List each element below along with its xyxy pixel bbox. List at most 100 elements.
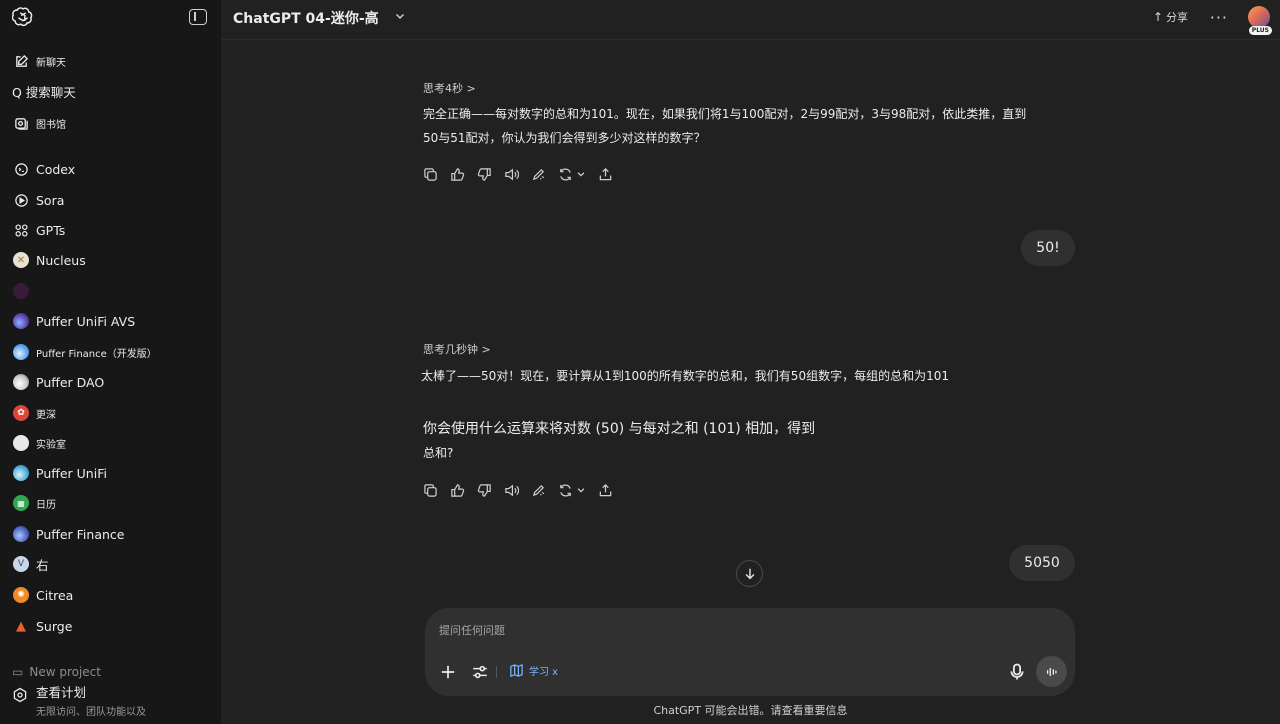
- tools-icon[interactable]: [471, 663, 489, 681]
- top-header: ChatGPT 04-迷你-高 ↑ 分享 ··· PLUS: [221, 0, 1280, 40]
- citrea-icon: ✺: [12, 586, 30, 604]
- sora-icon: [12, 191, 30, 209]
- plus-icon[interactable]: [439, 663, 457, 681]
- thinking-toggle[interactable]: 思考4秒 >: [423, 80, 476, 96]
- user-message: 5050: [1009, 545, 1075, 581]
- thumbs-down-icon[interactable]: [477, 164, 504, 184]
- message-line: 50与51配对，你认为我们会得到多少对这样的数字？: [423, 131, 706, 145]
- sidebar-item-lab[interactable]: 实验室: [12, 432, 66, 454]
- message-line: 太棒了——50对！现在，要计算从1到100的所有数字的总和，我们有50组数字，每…: [421, 369, 949, 383]
- sidebar-item-codex[interactable]: Codex: [12, 158, 75, 180]
- scroll-to-bottom-button[interactable]: [736, 560, 763, 587]
- study-mode-chip[interactable]: 学习 x: [509, 663, 558, 678]
- sidebar-item-right[interactable]: V 右: [12, 553, 49, 575]
- openai-logo-icon[interactable]: [12, 6, 34, 28]
- sidebar-item-surge[interactable]: ▲ Surge: [12, 615, 72, 637]
- regenerate-icon[interactable]: [558, 480, 598, 500]
- more-options-icon[interactable]: ···: [1210, 8, 1228, 27]
- regenerate-icon[interactable]: [558, 164, 598, 184]
- sidebar-item-label: Puffer DAO: [36, 374, 105, 390]
- edit-canvas-icon[interactable]: [531, 480, 558, 500]
- sidebar-item-puffer-finance-dev[interactable]: Puffer Finance（开发版）: [12, 341, 157, 363]
- sidebar-item-label: Puffer UniFi: [36, 465, 107, 481]
- plan-text: 查看计划 无限访问、团队功能以及: [36, 682, 146, 718]
- puffer-avatar-icon: [12, 373, 30, 391]
- codex-icon: [12, 160, 30, 178]
- message-actions: [423, 164, 625, 184]
- share-icon: ↑: [1152, 10, 1163, 24]
- arrow-down-icon: [745, 568, 754, 579]
- read-aloud-icon[interactable]: [504, 480, 531, 500]
- sidebar-library-label: 图书馆: [36, 119, 66, 131]
- sidebar: 新聊天 Q 搜索聊天 图书馆 Codex Sora GPTs ✕ Nucleus…: [0, 0, 221, 724]
- message-actions: [423, 480, 625, 500]
- book-icon: [510, 663, 523, 678]
- sidebar-item-puffer-unifi[interactable]: Puffer UniFi: [12, 462, 107, 484]
- edit-icon: [12, 52, 30, 70]
- sidebar-item-nucleus[interactable]: ✕ Nucleus: [12, 249, 86, 271]
- share-icon[interactable]: [598, 480, 625, 500]
- nucleus-icon: ✕: [12, 251, 30, 269]
- sidebar-item-puffer-unifi-avs[interactable]: Puffer UniFi AVS: [12, 310, 135, 332]
- model-selector-label[interactable]: ChatGPT 04-迷你-高: [233, 8, 379, 28]
- shield-avatar-icon: V: [12, 555, 30, 573]
- sidebar-item-label: Puffer Finance: [36, 526, 125, 542]
- sidebar-item-deeper[interactable]: ✿ 更深: [12, 402, 56, 424]
- copy-icon[interactable]: [423, 480, 450, 500]
- sidebar-item-gpts[interactable]: GPTs: [12, 219, 65, 241]
- sidebar-search-label: Q 搜索聊天: [12, 84, 76, 100]
- thumbs-down-icon[interactable]: [477, 480, 504, 500]
- sidebar-view-plans[interactable]: 查看计划 无限访问、团队功能以及: [12, 682, 146, 718]
- chat-area: 思考4秒 > 完全正确——每对数字的总和为101。现在，如果我们将1与100配对…: [221, 40, 1280, 724]
- prompt-input[interactable]: [439, 624, 999, 637]
- puffer-avatar-icon: [12, 312, 30, 330]
- sidebar-item-label: 右: [36, 557, 49, 573]
- read-aloud-icon[interactable]: [504, 164, 531, 184]
- sidebar-item-sora[interactable]: Sora: [12, 189, 64, 211]
- share-button[interactable]: ↑ 分享: [1153, 9, 1188, 25]
- thumbs-up-icon[interactable]: [450, 164, 477, 184]
- assistant-message-question: 你会使用什么运算来将对数 (50) 与每对之和 (101) 相加，得到 总和?: [423, 417, 1043, 465]
- thinking-toggle[interactable]: 思考几秒钟 >: [423, 341, 491, 357]
- upgrade-icon: [12, 687, 30, 705]
- sidebar-top: [0, 0, 221, 34]
- user-avatar[interactable]: [1248, 6, 1270, 28]
- thumbs-up-icon[interactable]: [450, 480, 477, 500]
- sidebar-search-chat[interactable]: Q 搜索聊天: [12, 80, 76, 102]
- assistant-message: 完全正确——每对数字的总和为101。现在，如果我们将1与100配对，2与99配对…: [423, 102, 1043, 150]
- sidebar-item-label: 日历: [36, 499, 56, 511]
- sidebar-item-label: 更深: [36, 409, 56, 421]
- share-icon[interactable]: [598, 164, 625, 184]
- sidebar-item-citrea[interactable]: ✺ Citrea: [12, 584, 73, 606]
- gpt-avatar-icon: ✿: [12, 404, 30, 422]
- sidebar-item-label: 实验室: [36, 439, 66, 451]
- library-icon: [12, 114, 30, 132]
- sidebar-item-label: Puffer UniFi AVS: [36, 313, 136, 329]
- divider: [496, 666, 497, 678]
- plan-badge: PLUS: [1248, 26, 1272, 35]
- sidebar-item-puffer-finance[interactable]: Puffer Finance: [12, 523, 124, 545]
- puffer-avatar-icon: [12, 464, 30, 482]
- user-message: 50!: [1021, 230, 1075, 266]
- message-line: 你会使用什么运算来将对数 (50) 与每对之和 (101) 相加，得到: [423, 421, 816, 437]
- copy-icon[interactable]: [423, 164, 450, 184]
- sidebar-toggle-icon[interactable]: [189, 9, 207, 25]
- sidebar-library[interactable]: 图书馆: [12, 112, 66, 134]
- sidebar-new-project[interactable]: ▭ New project: [12, 664, 101, 680]
- plan-title: 查看计划: [36, 685, 87, 700]
- plan-subtitle: 无限访问、团队功能以及: [36, 707, 146, 718]
- sidebar-item-label: Puffer Finance（开发版）: [36, 348, 157, 360]
- sidebar-new-chat[interactable]: 新聊天: [12, 50, 66, 72]
- study-mode-label: 学习 x: [529, 667, 559, 678]
- sidebar-item-calendar[interactable]: ▦ 日历: [12, 492, 56, 514]
- microphone-icon[interactable]: [1007, 662, 1027, 682]
- gpt-avatar-icon: [12, 282, 30, 300]
- message-line: 完全正确——每对数字的总和为101。现在，如果我们将1与100配对，2与99配对…: [423, 107, 1027, 121]
- edit-canvas-icon[interactable]: [531, 164, 558, 184]
- sidebar-item-blurred[interactable]: [12, 280, 36, 302]
- chevron-down-icon[interactable]: [394, 10, 406, 22]
- sidebar-item-puffer-dao[interactable]: Puffer DAO: [12, 371, 104, 393]
- voice-mode-button[interactable]: [1036, 656, 1067, 687]
- message-line: 总和?: [423, 446, 454, 460]
- sidebar-item-label: Sora: [36, 192, 65, 208]
